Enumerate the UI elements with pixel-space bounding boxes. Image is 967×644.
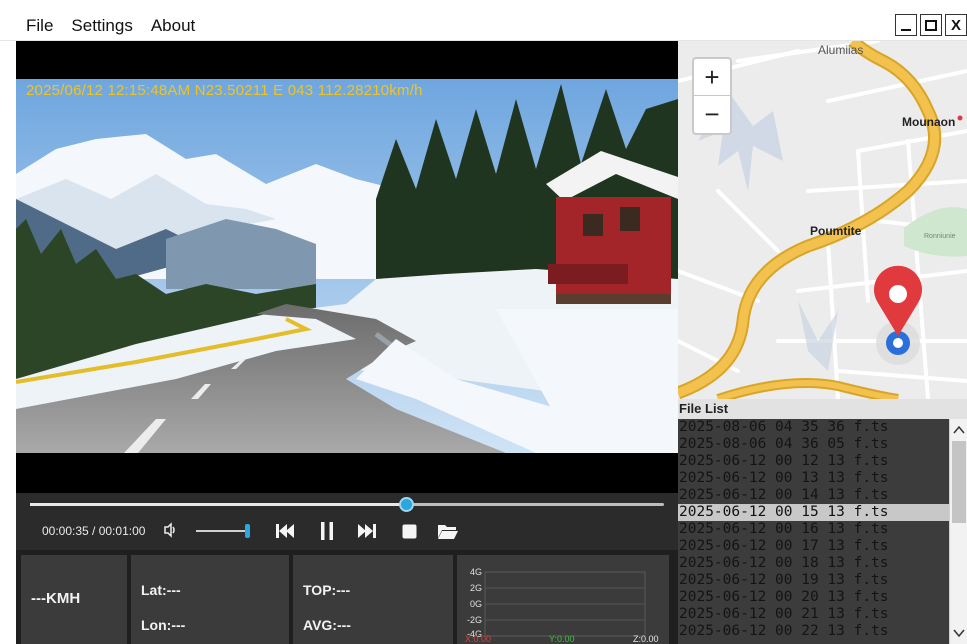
minimize-button[interactable] [895, 14, 917, 36]
longitude-value: Lon:--- [141, 617, 186, 633]
speed-value: ---KMH [31, 590, 81, 607]
file-list-item[interactable]: 2025-08-06 04 35 36 f.ts [678, 419, 949, 436]
zoom-out-button[interactable]: − [694, 96, 730, 133]
pause-button[interactable] [316, 520, 338, 542]
seek-progress [30, 503, 406, 506]
next-button[interactable] [356, 520, 378, 542]
video-frame [16, 79, 678, 453]
menu-settings[interactable]: Settings [71, 16, 132, 36]
file-list-item[interactable]: 2025-06-12 00 19 13 f.ts [678, 572, 949, 589]
map-label-top: Alumiias [818, 43, 863, 57]
map-view[interactable]: Alumiias Mounaon Poumtite Ronniunie + − [678, 41, 967, 399]
file-list-scrollbar[interactable] [949, 419, 967, 644]
file-list-item[interactable]: 2025-06-12 00 12 13 f.ts [678, 453, 949, 470]
minimize-icon [901, 29, 911, 31]
close-button[interactable]: X [945, 14, 967, 36]
skip-previous-icon [276, 524, 294, 538]
speed-panel: ---KMH [21, 555, 127, 644]
file-list-item[interactable]: 2025-08-06 04 36 05 f.ts [678, 436, 949, 453]
gsensor-y-value: Y:0.00 [549, 634, 575, 644]
seek-handle[interactable] [398, 497, 414, 512]
map-label-right: Mounaon [902, 115, 955, 129]
file-list-item[interactable]: 2025-06-12 00 15 13 f.ts [678, 504, 949, 521]
menu-bar: File Settings About X [0, 0, 967, 41]
volume-slider[interactable] [196, 524, 251, 538]
previous-button[interactable] [274, 520, 296, 542]
zoom-in-button[interactable]: + [694, 59, 730, 96]
volume-icon [164, 522, 175, 538]
menu-about[interactable]: About [151, 16, 195, 36]
pause-icon [321, 522, 333, 540]
time-display: 00:00:35 / 00:01:00 [42, 524, 146, 538]
scroll-down-icon[interactable] [952, 626, 966, 640]
top-speed-value: TOP:--- [303, 582, 351, 598]
coordinates-panel: Lat:--- Lon:--- [131, 555, 289, 644]
volume-button[interactable] [159, 520, 179, 540]
seek-bar[interactable] [30, 497, 664, 512]
window-controls: X [895, 14, 967, 36]
file-list-item[interactable]: 2025-06-12 00 13 13 f.ts [678, 470, 949, 487]
gsensor-panel: 4G 2G 0G -2G -4G X:0.00 Y:0.00 Z:0.00 [457, 555, 669, 644]
gsensor-chart: 4G 2G 0G -2G -4G X:0.00 Y:0.00 Z:0.00 [465, 567, 659, 644]
maximize-button[interactable] [920, 14, 942, 36]
video-osd-overlay: 2025/06/12 12:15:48AM N23.50211 E 043 11… [26, 82, 423, 99]
gsensor-x-value: X:0.00 [465, 634, 491, 644]
gsensor-tick: -2G [467, 615, 482, 625]
stop-icon [402, 524, 416, 538]
close-icon: X [950, 16, 961, 34]
file-list-header: File List [678, 399, 967, 419]
file-list[interactable]: 2025-08-06 04 35 36 f.ts 2025-08-06 04 36… [678, 419, 949, 644]
map-zoom-control: + − [692, 57, 732, 135]
map-label-center: Poumtite [810, 224, 862, 238]
speed-summary-panel: TOP:--- AVG:--- [293, 555, 453, 644]
scroll-up-icon[interactable] [952, 423, 966, 437]
menu: File Settings About [26, 16, 213, 36]
file-list-item[interactable]: 2025-06-12 00 18 13 f.ts [678, 555, 949, 572]
volume-handle[interactable] [245, 524, 251, 538]
skip-next-icon [358, 524, 376, 538]
file-list-item[interactable]: 2025-06-12 00 22 13 f.ts [678, 623, 949, 640]
playback-controls: 00:00:35 / 00:01:00 [16, 493, 678, 550]
file-list-item[interactable]: 2025-06-12 00 20 13 f.ts [678, 589, 949, 606]
scroll-thumb[interactable] [952, 441, 966, 523]
gsensor-tick: 0G [470, 599, 482, 609]
file-list-item[interactable]: 2025-06-12 00 17 13 f.ts [678, 538, 949, 555]
file-list-item[interactable]: 2025-06-12 00 21 13 f.ts [678, 606, 949, 623]
map-label-park: Ronniunie [924, 233, 956, 240]
file-list-item[interactable]: 2025-06-12 00 16 13 f.ts [678, 521, 949, 538]
average-speed-value: AVG:--- [303, 617, 351, 633]
menu-file[interactable]: File [26, 16, 53, 36]
maximize-icon [925, 19, 937, 31]
latitude-value: Lat:--- [141, 582, 181, 598]
open-folder-button[interactable] [436, 520, 460, 542]
file-list-item[interactable]: 2025-06-12 00 14 13 f.ts [678, 487, 949, 504]
folder-open-icon [438, 525, 458, 539]
map-poi-dot [957, 115, 963, 121]
gsensor-tick: 4G [470, 567, 482, 577]
stop-button[interactable] [399, 520, 419, 542]
video-player[interactable]: 2025/06/12 12:15:48AM N23.50211 E 043 11… [16, 41, 678, 493]
gsensor-tick: 2G [470, 583, 482, 593]
telemetry-panel: ---KMH Lat:--- Lon:--- TOP:--- AVG:--- 4… [16, 550, 678, 644]
gsensor-z-value: Z:0.00 [633, 634, 659, 644]
